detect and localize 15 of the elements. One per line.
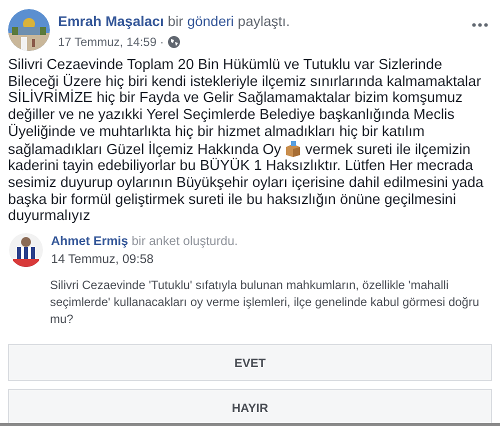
poll-option-button[interactable]: EVET <box>8 344 492 382</box>
ballot-box-icon <box>285 140 302 157</box>
poll-option-button[interactable]: HAYIR <box>8 389 492 423</box>
author-name[interactable]: Emrah Maşalacı <box>58 13 164 29</box>
more-icon[interactable] <box>472 23 488 27</box>
action-text: bir <box>168 13 184 29</box>
action-text: bir anket oluşturdu. <box>132 234 238 248</box>
globe-icon <box>168 36 180 48</box>
action-text: paylaştı. <box>238 13 290 29</box>
post-text: Silivri Cezaevinde Toplam 20 Bin Hükümlü ve Tutuklu var Sizlerinde Bileceği Üzere hiç biri kendi istekleriyle ilçemiz sınırlarında kalmamaktalar SİLİVRİMİZE hiç bir Fayda ve Gelir Sağlamamaktalar bizim komşumuz değiller ve ne yazıkki Yerel Seçimlerde Belediye başkanlığında Meclis Üyeliğinde ve muhtarlıkta hiç bir hizmet almadıkları hiç bir katılım sağlamadıkları Güzel İlçemiz Hakkında Oy vermek sureti ile ilçemizin kaderini tayin edebiliyorlar bu BÜYÜK 1 Haksızlıktır. Lütfen Her mecrada sesimiz duyurup oylarının Büyükşehir oyları içerisine dahil edilmesini yada başka bir formül geliştirmek sureti ile bu haksızlığın önüne geçilmesini duyurmalıyız <box>7 57 484 226</box>
post-time[interactable]: 17 Temmuz, 14:59 · <box>58 33 164 51</box>
author-name[interactable]: Ahmet Ermiş <box>51 234 128 248</box>
post-time[interactable]: 14 Temmuz, 09:58 <box>51 251 238 268</box>
poll-question: Silivri Cezaevinde 'Tutuklu' sıfatıyla bulunan mahkumların, özellikle 'mahalli seçimlerde' kullanacakları oy verme işlemleri, ilçe genelinde kabul görmesi doğru mu? <box>50 277 480 328</box>
post-link[interactable]: gönderi <box>187 13 234 29</box>
